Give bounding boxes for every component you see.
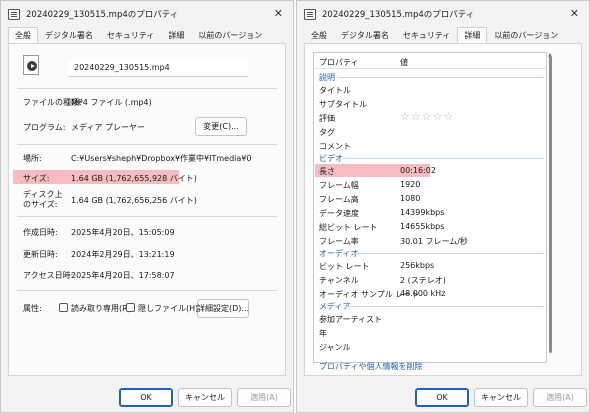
close-icon[interactable]: ✕: [274, 7, 283, 20]
created-label: 作成日時:: [23, 228, 58, 237]
group-divider: [338, 77, 544, 78]
location-label: 場所:: [23, 154, 42, 163]
prop-frame-height: フレーム高: [319, 195, 359, 204]
group-divider: [346, 306, 544, 307]
prop-channels: チャンネル: [319, 276, 359, 285]
group-divider: [344, 158, 544, 159]
prop-title: タイトル: [319, 86, 351, 95]
tab-previous-versions[interactable]: 以前のバージョン: [487, 27, 565, 43]
window-title: 20240229_130515.mp4のプロパティ: [26, 10, 179, 20]
group-description: 説明: [319, 73, 335, 82]
tab-details[interactable]: 詳細: [457, 27, 488, 43]
divider: [17, 290, 277, 291]
total-bitrate-value: 14655kbps: [400, 222, 445, 231]
modified-label: 更新日時:: [23, 250, 58, 259]
close-icon[interactable]: ✕: [570, 7, 579, 20]
hidden-checkbox[interactable]: [126, 303, 135, 312]
created-value: 2025年4月20日、15:05:09: [71, 228, 175, 237]
readonly-label[interactable]: 読み取り専用(R): [71, 303, 131, 314]
ok-button[interactable]: OK: [119, 388, 173, 407]
scrollbar[interactable]: [549, 56, 552, 353]
program-label: プログラム:: [23, 123, 66, 132]
tab-general[interactable]: 全般: [304, 27, 334, 43]
details-panel: プロパティ 値 説明 タイトル サブタイトル 評価 ☆☆☆☆☆ タグ コメント …: [304, 43, 582, 376]
list-header: プロパティ 値: [314, 53, 546, 69]
data-rate-value: 14399kbps: [400, 208, 445, 217]
advanced-button[interactable]: 詳細設定(D)...: [197, 299, 249, 318]
tab-bar: 全般 デジタル署名 セキュリティ 詳細 以前のバージョン: [8, 27, 269, 43]
column-header-value[interactable]: 値: [400, 57, 408, 68]
frame-width-value: 1920: [400, 180, 421, 189]
properties-icon: [8, 8, 20, 20]
title-bar[interactable]: 20240229_130515.mp4のプロパティ ✕: [297, 1, 589, 27]
readonly-checkbox[interactable]: [59, 303, 68, 312]
prop-year: 年: [319, 329, 327, 338]
prop-length: 長さ: [319, 167, 335, 176]
type-value: MP4 ファイル (.mp4): [71, 98, 152, 107]
group-divider: [352, 253, 544, 254]
column-header-property[interactable]: プロパティ: [319, 57, 359, 68]
group-video: ビデオ: [319, 154, 343, 163]
video-file-icon: [23, 55, 39, 75]
channels-value: 2 (ステレオ): [400, 276, 446, 285]
prop-genre: ジャンル: [319, 343, 351, 352]
modified-value: 2024年2月29日、13:21:19: [71, 250, 175, 259]
prop-contributing-artists: 参加アーティスト: [319, 315, 383, 324]
prop-rating: 評価: [319, 114, 335, 123]
prop-frame-rate: フレーム率: [319, 237, 359, 246]
divider: [17, 144, 277, 145]
filename-field[interactable]: 20240229_130515.mp4: [68, 59, 248, 77]
general-panel: 20240229_130515.mp4 ファイルの種類: MP4 ファイル (.…: [8, 43, 286, 376]
cancel-button[interactable]: キャンセル: [474, 388, 528, 407]
divider: [17, 88, 277, 89]
prop-total-bitrate: 総ビット レート: [319, 223, 378, 232]
tab-bar: 全般 デジタル署名 セキュリティ 詳細 以前のバージョン: [304, 27, 565, 43]
properties-window-details: 20240229_130515.mp4のプロパティ ✕ 全般 デジタル署名 セキ…: [296, 0, 590, 413]
prop-subtitle: サブタイトル: [319, 100, 367, 109]
frame-rate-value: 30.01 フレーム/秒: [400, 237, 468, 246]
properties-icon: [304, 8, 316, 20]
remove-properties-link[interactable]: プロパティや個人情報を削除: [319, 361, 423, 372]
tab-general[interactable]: 全般: [8, 27, 38, 43]
properties-window-general: 20240229_130515.mp4のプロパティ ✕ 全般 デジタル署名 セキ…: [0, 0, 294, 413]
change-button[interactable]: 変更(C)...: [195, 117, 247, 136]
disk-size-value: 1.64 GB (1,762,656,256 バイト): [71, 196, 197, 205]
accessed-label: アクセス日時:: [23, 271, 74, 280]
prop-tags: タグ: [319, 128, 335, 137]
disk-size-label: ディスク上 のサイズ:: [23, 190, 63, 209]
cancel-button[interactable]: キャンセル: [178, 388, 232, 407]
window-title: 20240229_130515.mp4のプロパティ: [322, 10, 475, 20]
prop-data-rate: データ速度: [319, 209, 359, 218]
prop-comments: コメント: [319, 142, 351, 151]
attributes-label: 属性:: [23, 304, 42, 313]
ok-button[interactable]: OK: [415, 388, 469, 407]
tab-details[interactable]: 詳細: [161, 27, 191, 43]
prop-frame-width: フレーム幅: [319, 181, 359, 190]
tab-digital-signature[interactable]: デジタル署名: [38, 27, 100, 43]
program-value: メディア プレーヤー: [71, 123, 145, 132]
frame-height-value: 1080: [400, 194, 421, 203]
title-bar[interactable]: 20240229_130515.mp4のプロパティ ✕: [1, 1, 293, 27]
apply-button[interactable]: 適用(A): [237, 388, 291, 407]
bit-rate-value: 256kbps: [400, 261, 435, 270]
sample-rate-value: 48.000 kHz: [400, 289, 446, 298]
accessed-value: 2025年4月20日、17:58:07: [71, 271, 175, 280]
location-value: C:¥Users¥sheph¥Dropbox¥作業中¥ITmedia¥01_田中: [71, 154, 251, 163]
size-value: 1.64 GB (1,762,655,928 バイト): [71, 174, 197, 183]
rating-stars[interactable]: ☆☆☆☆☆: [400, 110, 454, 123]
tab-previous-versions[interactable]: 以前のバージョン: [191, 27, 269, 43]
tab-security[interactable]: セキュリティ: [396, 27, 458, 43]
size-label: サイズ:: [23, 174, 50, 183]
hidden-label[interactable]: 隠しファイル(H): [138, 303, 198, 314]
tab-security[interactable]: セキュリティ: [100, 27, 162, 43]
apply-button[interactable]: 適用(A): [533, 388, 587, 407]
length-value: 00:16:02: [400, 166, 436, 175]
property-list[interactable]: プロパティ 値 説明 タイトル サブタイトル 評価 ☆☆☆☆☆ タグ コメント …: [313, 52, 547, 363]
prop-bit-rate: ビット レート: [319, 262, 370, 271]
divider: [17, 216, 277, 217]
tab-digital-signature[interactable]: デジタル署名: [334, 27, 396, 43]
